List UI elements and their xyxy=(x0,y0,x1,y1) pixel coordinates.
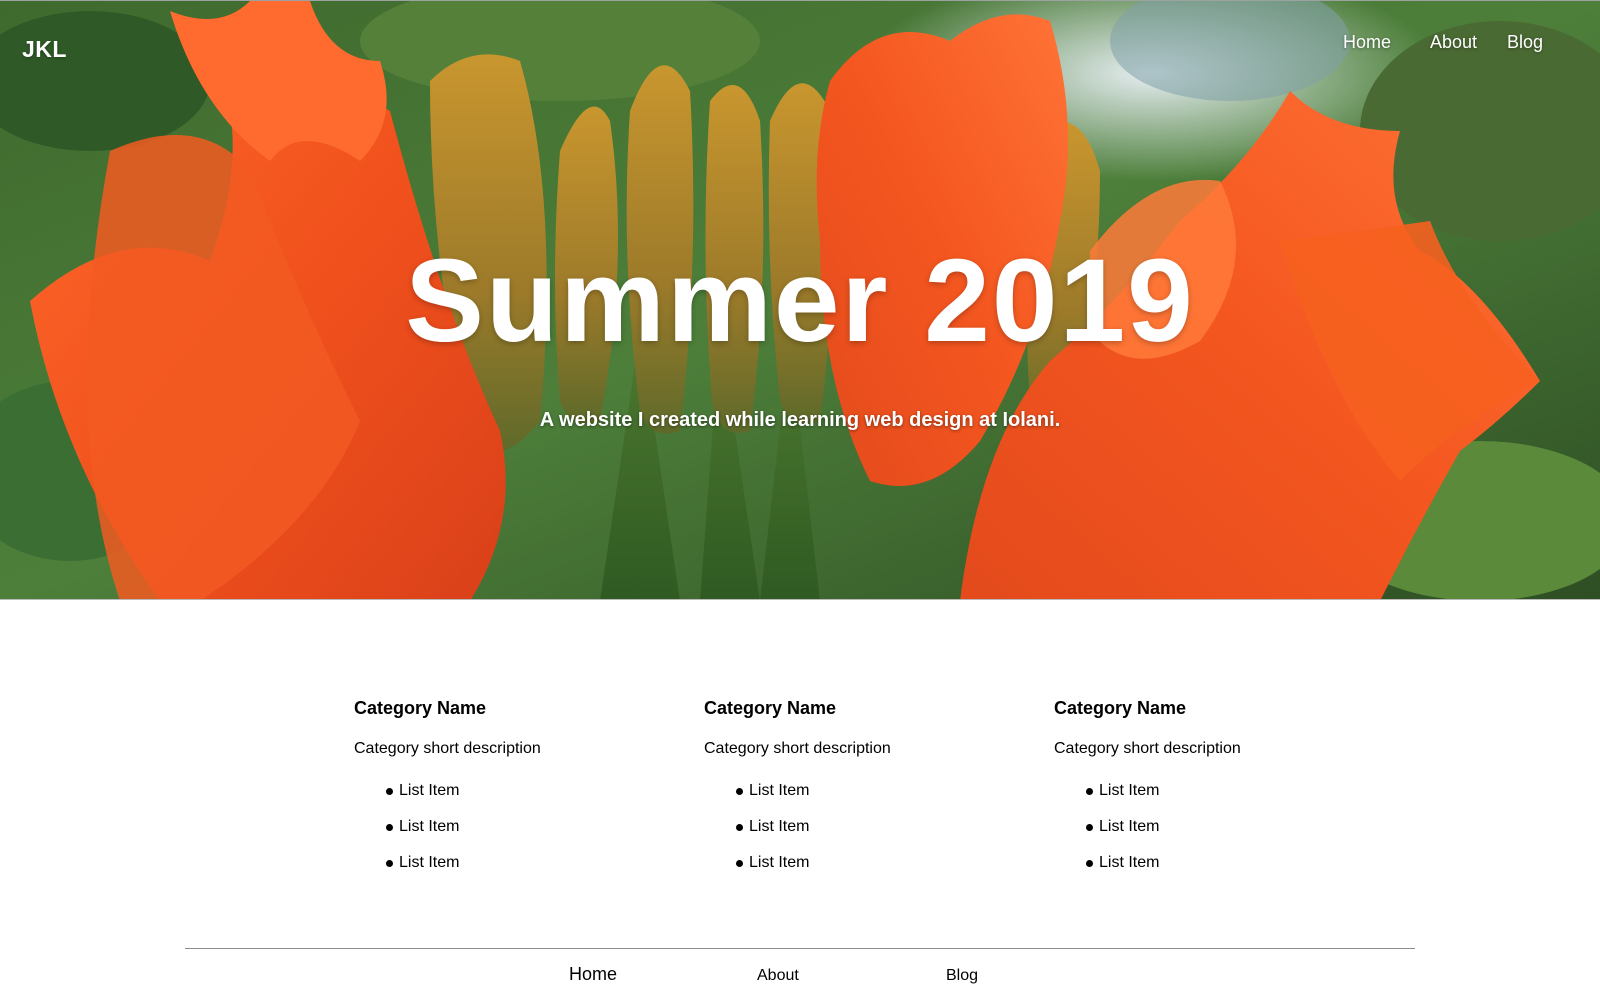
hero-subtitle: A website I created while learning web d… xyxy=(539,409,1061,431)
top-navigation: Home About Blog xyxy=(0,32,1600,62)
category-title: Category Name xyxy=(704,698,837,718)
category-description: Category short description xyxy=(704,740,891,757)
footer-divider xyxy=(185,948,1415,949)
category-list: List Item List Item List Item xyxy=(1086,781,1159,889)
footer-blog-link[interactable]: Blog xyxy=(946,967,978,985)
nav-blog-link[interactable]: Blog xyxy=(1507,32,1543,53)
footer-home-link[interactable]: Home xyxy=(569,964,617,985)
category-card: Category Name Category short description… xyxy=(1054,697,1384,871)
hero-title: Summer 2019 xyxy=(405,235,1195,367)
category-list: List Item List Item List Item xyxy=(386,781,459,889)
list-item: List Item xyxy=(736,817,809,853)
list-item: List Item xyxy=(1086,817,1159,853)
list-item: List Item xyxy=(736,853,809,889)
category-card: Category Name Category short description… xyxy=(704,697,1034,871)
footer-about-link[interactable]: About xyxy=(757,967,799,985)
category-list: List Item List Item List Item xyxy=(736,781,809,889)
list-item: List Item xyxy=(736,781,809,817)
list-item: List Item xyxy=(386,853,459,889)
category-title: Category Name xyxy=(354,698,487,718)
category-title: Category Name xyxy=(1054,698,1187,718)
category-description: Category short description xyxy=(354,740,541,757)
category-description: Category short description xyxy=(1054,740,1241,757)
list-item: List Item xyxy=(386,781,459,817)
hero-banner: JKL Home About Blog Summer 2019 A websit… xyxy=(0,0,1600,600)
list-item: List Item xyxy=(386,817,459,853)
nav-about-link[interactable]: About xyxy=(1430,32,1477,53)
category-card: Category Name Category short description… xyxy=(354,697,684,871)
categories-section: Category Name Category short description… xyxy=(354,697,1404,877)
nav-home-link[interactable]: Home xyxy=(1343,32,1391,53)
list-item: List Item xyxy=(1086,853,1159,889)
list-item: List Item xyxy=(1086,781,1159,817)
